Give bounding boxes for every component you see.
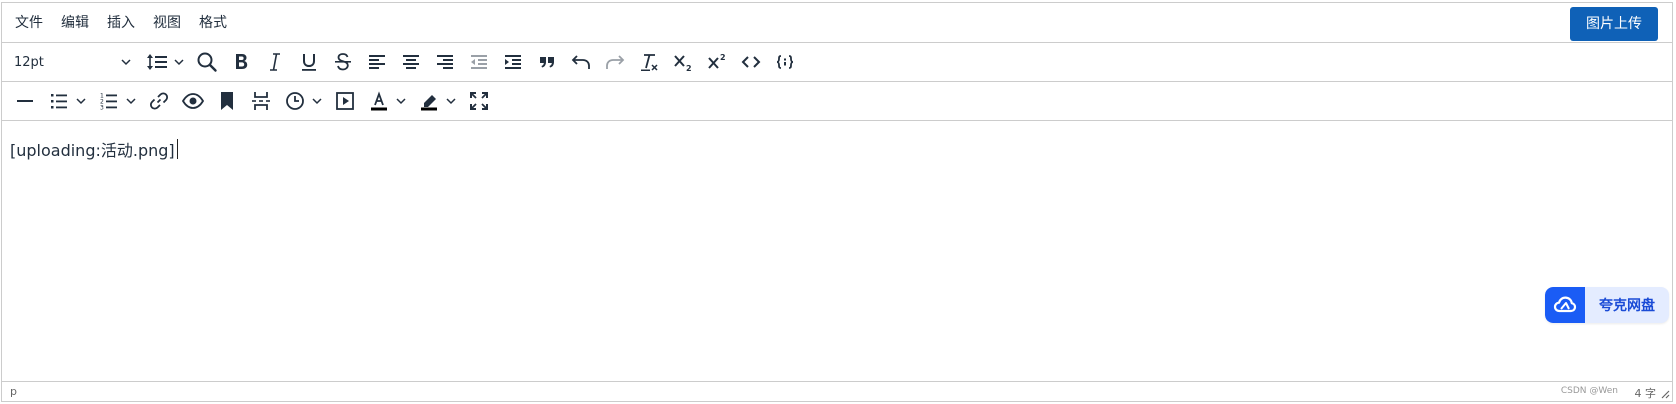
undo-button[interactable] [564, 47, 598, 77]
quark-label: 夸克网盘 [1599, 298, 1655, 314]
line-height-icon [147, 54, 167, 70]
element-path[interactable]: p [10, 385, 17, 398]
code-sample-button[interactable] [768, 47, 802, 77]
insert-datetime-button[interactable] [278, 86, 328, 116]
horizontal-line-button[interactable] [8, 86, 42, 116]
bookmark-icon [221, 92, 233, 110]
undo-icon [571, 55, 590, 69]
code-sample-icon [776, 55, 794, 69]
chevron-down-icon [446, 98, 456, 105]
italic-button[interactable] [258, 47, 292, 77]
indent-icon [505, 55, 521, 69]
bold-icon [236, 54, 248, 69]
chevron-down-icon [396, 98, 406, 105]
chevron-down-icon [312, 98, 322, 105]
redo-button[interactable] [598, 47, 632, 77]
font-size-value: 12pt [14, 54, 44, 70]
page-break-icon [252, 92, 270, 110]
superscript-icon: 2 [708, 53, 726, 69]
strikethrough-icon [335, 53, 351, 71]
line-height-button[interactable] [140, 47, 190, 77]
code-button[interactable] [734, 47, 768, 77]
svg-text:2: 2 [720, 53, 726, 62]
text-color-button[interactable] [362, 86, 412, 116]
highlight-icon [421, 95, 437, 111]
bullet-list-icon [51, 94, 67, 109]
text-caret [176, 139, 178, 159]
page-break-button[interactable] [244, 86, 278, 116]
status-bar: p CSDN @Wen 4 字 [2, 381, 1672, 401]
outdent-button[interactable] [462, 47, 496, 77]
align-center-icon [403, 55, 419, 69]
underline-icon [302, 54, 316, 71]
editor-content[interactable]: [uploading:活动.png] [2, 121, 1672, 383]
align-left-button[interactable] [360, 47, 394, 77]
image-upload-button[interactable]: 图片上传 [1570, 7, 1658, 41]
align-center-button[interactable] [394, 47, 428, 77]
svg-text:2: 2 [686, 64, 692, 73]
remove-format-icon [641, 54, 658, 71]
subscript-icon: 2 [674, 55, 692, 73]
menubar: 文件 编辑 插入 视图 格式 [2, 3, 1672, 43]
align-right-icon [437, 55, 453, 69]
quark-drive-button[interactable]: 夸克网盘 [1545, 287, 1669, 323]
rich-text-editor: 文件 编辑 插入 视图 格式 图片上传 12pt 2 2 1 2 3 [uplo… [1, 2, 1673, 402]
menu-file[interactable]: 文件 [6, 8, 52, 38]
subscript-button[interactable]: 2 [666, 47, 700, 77]
cloud-icon [1553, 296, 1577, 313]
chevron-down-icon [174, 59, 184, 66]
search-button[interactable] [190, 47, 224, 77]
media-icon [336, 92, 354, 110]
strikethrough-button[interactable] [326, 47, 360, 77]
code-icon [741, 56, 761, 68]
align-right-button[interactable] [428, 47, 462, 77]
search-icon [197, 52, 217, 72]
toolbar-row-2: 123 [2, 82, 1672, 121]
preview-icon [181, 93, 205, 109]
link-button[interactable] [142, 86, 176, 116]
text-color-icon [371, 91, 387, 111]
menu-format[interactable]: 格式 [190, 8, 236, 38]
uploading-placeholder-text: [uploading:活动.png] [10, 141, 175, 160]
fullscreen-icon [470, 92, 488, 110]
align-left-icon [369, 55, 385, 69]
fullscreen-button[interactable] [462, 86, 496, 116]
link-icon [149, 92, 169, 110]
indent-button[interactable] [496, 47, 530, 77]
italic-icon [270, 53, 280, 71]
word-count[interactable]: 4 字 [1635, 385, 1657, 401]
font-size-select[interactable]: 12pt [8, 47, 138, 77]
bullet-list-button[interactable] [42, 86, 92, 116]
menu-insert[interactable]: 插入 [98, 8, 144, 38]
chevron-down-icon [76, 98, 86, 105]
toolbar-row-1: 12pt 2 2 [2, 43, 1672, 82]
chevron-down-icon [121, 59, 131, 66]
horizontal-line-icon [17, 100, 33, 102]
superscript-button[interactable]: 2 [700, 47, 734, 77]
content-paragraph: [uploading:活动.png] [10, 137, 178, 161]
media-button[interactable] [328, 86, 362, 116]
underline-button[interactable] [292, 47, 326, 77]
preview-button[interactable] [176, 86, 210, 116]
svg-text:3: 3 [100, 105, 104, 112]
resize-handle-icon[interactable] [1658, 387, 1670, 399]
outdent-icon [471, 55, 487, 69]
numbered-list-button[interactable]: 123 [92, 86, 142, 116]
highlight-color-button[interactable] [412, 86, 462, 116]
bold-button[interactable] [224, 47, 258, 77]
menu-view[interactable]: 视图 [144, 8, 190, 38]
clock-icon [286, 92, 304, 110]
csdn-watermark: CSDN @Wen [1560, 386, 1618, 396]
chevron-down-icon [126, 98, 136, 105]
redo-icon [606, 55, 625, 69]
numbered-list-icon: 123 [100, 93, 117, 112]
remove-format-button[interactable] [632, 47, 666, 77]
blockquote-button[interactable] [530, 47, 564, 77]
bookmark-button[interactable] [210, 86, 244, 116]
quark-icon-wrap [1545, 287, 1585, 323]
menu-edit[interactable]: 编辑 [52, 8, 98, 38]
blockquote-icon [540, 57, 554, 68]
